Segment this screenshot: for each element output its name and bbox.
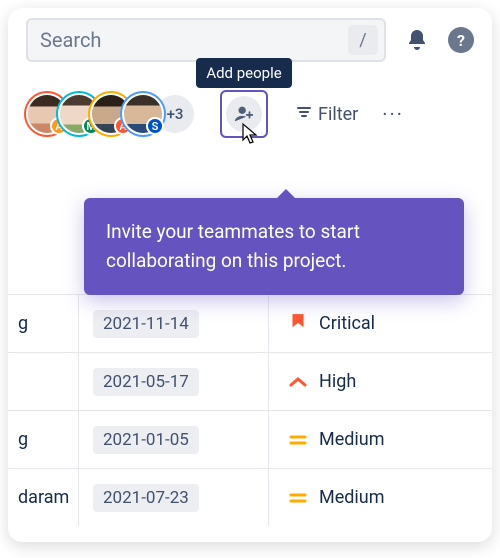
filter-button[interactable]: Filter (296, 104, 358, 125)
more-button[interactable]: ··· (382, 102, 404, 126)
add-people-tooltip: Add people (196, 58, 291, 88)
search-input[interactable]: Search / (26, 18, 386, 62)
priority-label: Critical (319, 313, 375, 334)
search-placeholder: Search (40, 28, 348, 52)
row-name-fragment: g (8, 429, 78, 450)
row-priority-cell: High (268, 353, 492, 410)
date-chip: 2021-11-14 (93, 310, 199, 338)
avatar-stack[interactable]: A M A S +3 (26, 93, 196, 135)
add-people-button[interactable]: Add people (220, 90, 268, 138)
table-row[interactable]: g 2021-01-05 Medium (8, 410, 492, 468)
row-name-fragment: g (8, 313, 78, 334)
priority-label: Medium (319, 487, 385, 508)
priority-medium-icon (287, 429, 309, 451)
row-priority-cell: Medium (268, 411, 492, 468)
table-row[interactable]: 2021-05-17 High (8, 352, 492, 410)
notifications-icon[interactable] (404, 27, 430, 53)
search-shortcut-key: / (348, 25, 378, 55)
priority-label: High (319, 371, 356, 392)
table-row[interactable]: g 2021-11-14 Critical (8, 294, 492, 352)
row-date-cell: 2021-05-17 (78, 353, 268, 410)
priority-high-icon (287, 371, 309, 393)
filter-icon (296, 104, 312, 125)
toolbar: A M A S +3 Add people (8, 72, 492, 162)
row-date-cell: 2021-01-05 (78, 411, 268, 468)
add-people-icon (226, 96, 262, 132)
row-date-cell: 2021-11-14 (78, 295, 268, 352)
row-priority-cell: Critical (268, 295, 492, 352)
date-chip: 2021-07-23 (93, 484, 199, 512)
priority-critical-icon (287, 313, 309, 335)
date-chip: 2021-01-05 (93, 426, 199, 454)
priority-label: Medium (319, 429, 385, 450)
filter-label: Filter (318, 104, 358, 125)
help-icon[interactable]: ? (448, 27, 474, 53)
priority-medium-icon (287, 487, 309, 509)
row-priority-cell: Medium (268, 469, 492, 526)
row-name-fragment: daram (8, 487, 78, 508)
table-row[interactable]: daram 2021-07-23 Medium (8, 468, 492, 526)
table-body: g 2021-11-14 Critical 2021-05-17 High (8, 294, 492, 526)
date-chip: 2021-05-17 (93, 368, 199, 396)
avatar[interactable]: S (122, 93, 164, 135)
row-date-cell: 2021-07-23 (78, 469, 268, 526)
onboarding-coachmark: Invite your teammates to start collabora… (84, 198, 464, 295)
coachmark-text: Invite your teammates to start collabora… (106, 220, 360, 272)
